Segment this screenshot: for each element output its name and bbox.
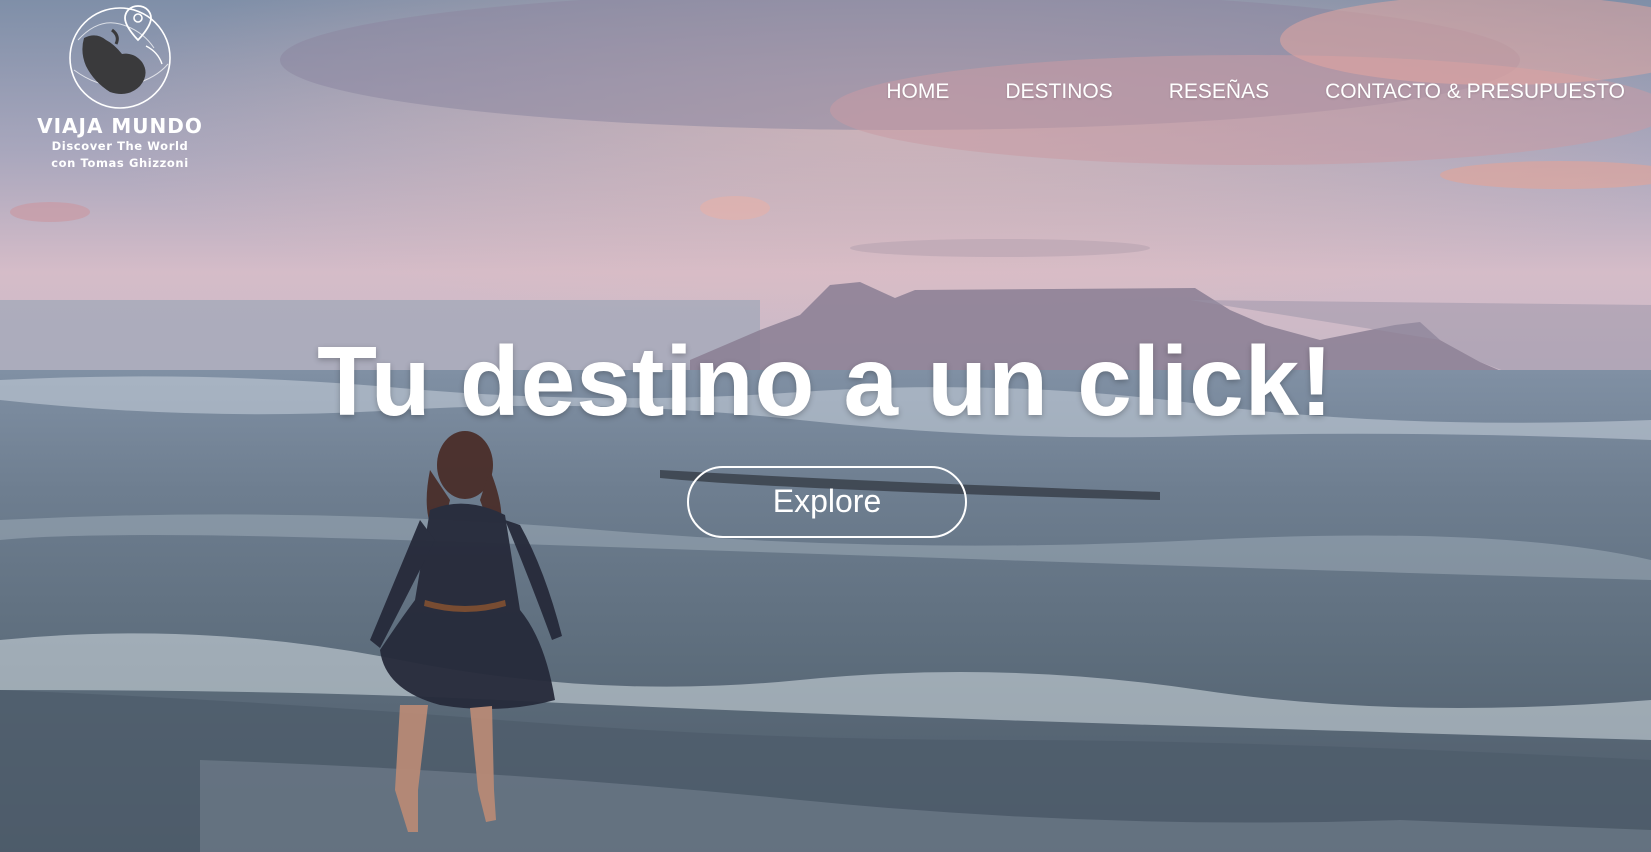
brand-tagline-line1: Discover The World	[51, 139, 189, 153]
brand-logo[interactable]: VIAJA MUNDO Discover The World con Tomas…	[30, 0, 210, 185]
main-nav: HOME DESTINOS RESEÑAS CONTACTO & PRESUPU…	[886, 80, 1625, 104]
explore-button[interactable]: Explore	[687, 466, 967, 538]
nav-item-home[interactable]: HOME	[886, 80, 949, 104]
globe-logo-icon	[69, 5, 171, 109]
nav-item-destinos[interactable]: DESTINOS	[1005, 80, 1112, 104]
hero-headline: Tu destino a un click!	[317, 326, 1334, 436]
brand-tagline-line2: con Tomas Ghizzoni	[51, 156, 189, 170]
brand-name: VIAJA MUNDO	[37, 114, 203, 138]
nav-item-contacto-presupuesto[interactable]: CONTACTO & PRESUPUESTO	[1325, 80, 1625, 104]
nav-item-resenas[interactable]: RESEÑAS	[1169, 80, 1269, 104]
hero-section: VIAJA MUNDO Discover The World con Tomas…	[0, 0, 1651, 852]
